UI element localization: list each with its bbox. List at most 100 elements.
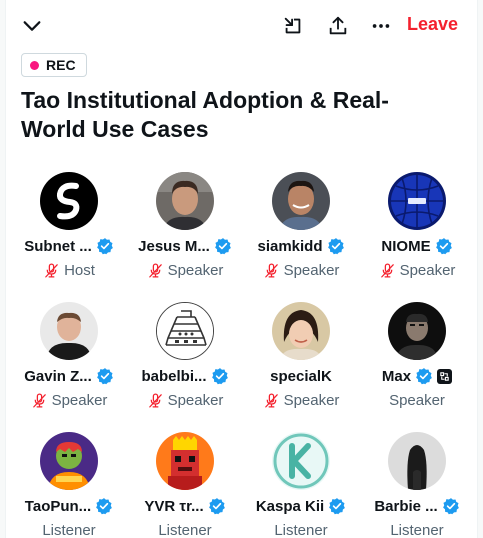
participant-card[interactable]: Gavin Z... Speaker bbox=[11, 300, 127, 420]
participant-name-line: specialK bbox=[243, 366, 359, 386]
mic-muted-icon bbox=[148, 263, 162, 278]
participant-name-line: siamkidd bbox=[243, 236, 359, 256]
mic-muted-icon bbox=[264, 393, 278, 408]
participant-name: TaoPun... bbox=[24, 497, 92, 515]
participant-name: Jesus M... bbox=[138, 237, 210, 255]
recording-label: REC bbox=[46, 57, 76, 73]
minimize-button[interactable] bbox=[276, 9, 310, 43]
verified-badge-icon bbox=[96, 368, 113, 385]
participant-name-line: Jesus M... bbox=[127, 236, 243, 256]
share-button[interactable] bbox=[321, 9, 355, 43]
mic-muted-icon bbox=[264, 263, 278, 278]
verified-badge-icon bbox=[329, 498, 346, 515]
participant-role: Listener bbox=[243, 522, 359, 538]
participant-card[interactable]: siamkidd Speaker bbox=[243, 170, 359, 290]
participant-name-line: NIOME bbox=[359, 236, 475, 256]
participant-role-label: Listener bbox=[390, 522, 444, 538]
participant-card[interactable]: Barbie ... Listener bbox=[359, 430, 475, 538]
share-icon bbox=[329, 16, 347, 35]
participant-name: siamkidd bbox=[257, 237, 323, 255]
participant-role-label: Speaker bbox=[283, 392, 340, 409]
participant-card[interactable]: TaoPun... Listener bbox=[11, 430, 127, 538]
minimize-icon bbox=[284, 17, 301, 34]
mic-muted-icon bbox=[32, 393, 46, 408]
participant-role-label: Host bbox=[64, 262, 95, 279]
affiliate-badge-icon bbox=[437, 368, 453, 384]
participant-role: Listener bbox=[11, 522, 127, 538]
mic-muted-icon bbox=[148, 393, 162, 408]
verified-badge-icon bbox=[208, 498, 225, 515]
participant-name: Subnet ... bbox=[24, 237, 92, 255]
participant-role-label: Speaker bbox=[399, 262, 456, 279]
participant-name: babelbi... bbox=[141, 367, 207, 385]
participant-role-label: Speaker bbox=[167, 392, 224, 409]
avatar bbox=[40, 172, 98, 230]
participant-card[interactable]: babelbi... Speaker bbox=[127, 300, 243, 420]
verified-badge-icon bbox=[214, 238, 231, 255]
participant-name: Kaspa Kii bbox=[255, 497, 325, 515]
avatar bbox=[388, 172, 446, 230]
more-icon bbox=[372, 24, 390, 28]
participant-name: Barbie ... bbox=[374, 497, 438, 515]
avatar bbox=[272, 432, 330, 490]
background-page-edge bbox=[0, 0, 6, 538]
participant-role: Listener bbox=[127, 522, 243, 538]
participant-card[interactable]: specialK Speaker bbox=[243, 300, 359, 420]
mic-muted-icon bbox=[45, 263, 58, 278]
verified-badge-icon bbox=[435, 238, 452, 255]
avatar bbox=[156, 302, 214, 360]
participant-name-line: Gavin Z... bbox=[11, 366, 127, 386]
participant-role-label: Speaker bbox=[51, 392, 108, 409]
space-panel: Leave REC Tao Institutional Adoption & R… bbox=[7, 0, 477, 538]
participant-card[interactable]: Subnet ... Host bbox=[11, 170, 127, 290]
space-header: Leave bbox=[7, 0, 477, 50]
participant-role-label: Speaker bbox=[283, 262, 340, 279]
avatar bbox=[388, 302, 446, 360]
avatar bbox=[40, 432, 98, 490]
avatar bbox=[272, 302, 330, 360]
participant-role-label: Listener bbox=[42, 522, 96, 538]
participant-name: specialK bbox=[270, 367, 332, 385]
participant-card[interactable]: YVR τr... Listener bbox=[127, 430, 243, 538]
participant-role: Speaker bbox=[359, 262, 475, 279]
verified-badge-icon bbox=[416, 368, 432, 385]
participant-role: Speaker bbox=[11, 392, 127, 409]
background-page-edge-right bbox=[477, 0, 483, 538]
participant-role: Host bbox=[11, 262, 127, 279]
participant-role: Speaker bbox=[359, 392, 475, 409]
verified-badge-icon bbox=[96, 238, 113, 255]
participant-role: Speaker bbox=[127, 262, 243, 279]
verified-badge-icon bbox=[327, 238, 344, 255]
participant-card[interactable]: Jesus M... Speaker bbox=[127, 170, 243, 290]
collapse-button[interactable] bbox=[15, 9, 49, 43]
leave-button[interactable]: Leave bbox=[407, 14, 458, 35]
space-title: Tao Institutional Adoption & Real-World … bbox=[21, 87, 389, 142]
participant-name-line: TaoPun... bbox=[11, 496, 127, 516]
participant-role: Speaker bbox=[243, 392, 359, 409]
participant-role-label: Speaker bbox=[389, 392, 445, 409]
participant-name: YVR τr... bbox=[144, 497, 204, 515]
verified-badge-icon bbox=[96, 498, 113, 515]
participant-role-label: Listener bbox=[274, 522, 328, 538]
more-options-button[interactable] bbox=[364, 9, 398, 43]
participant-name: Gavin Z... bbox=[24, 367, 92, 385]
participant-name: Max bbox=[381, 367, 412, 385]
participant-name-line: Barbie ... bbox=[359, 496, 475, 516]
participant-card[interactable]: Max Speaker bbox=[359, 300, 475, 420]
participant-card[interactable]: Kaspa Kii Listener bbox=[243, 430, 359, 538]
participant-name-line: Max bbox=[359, 366, 475, 386]
recording-badge: REC bbox=[21, 53, 87, 77]
participant-role: Speaker bbox=[127, 392, 243, 409]
verified-badge-icon bbox=[211, 368, 228, 385]
mic-muted-icon bbox=[380, 263, 394, 278]
avatar bbox=[156, 432, 214, 490]
participant-role: Speaker bbox=[243, 262, 359, 279]
participant-name-line: YVR τr... bbox=[127, 496, 243, 516]
participant-name: NIOME bbox=[381, 237, 431, 255]
avatar bbox=[156, 172, 214, 230]
recording-dot-icon bbox=[30, 60, 39, 70]
avatar bbox=[388, 432, 446, 490]
participant-name-line: Kaspa Kii bbox=[243, 496, 359, 516]
avatar bbox=[272, 172, 330, 230]
participant-card[interactable]: NIOME Speaker bbox=[359, 170, 475, 290]
